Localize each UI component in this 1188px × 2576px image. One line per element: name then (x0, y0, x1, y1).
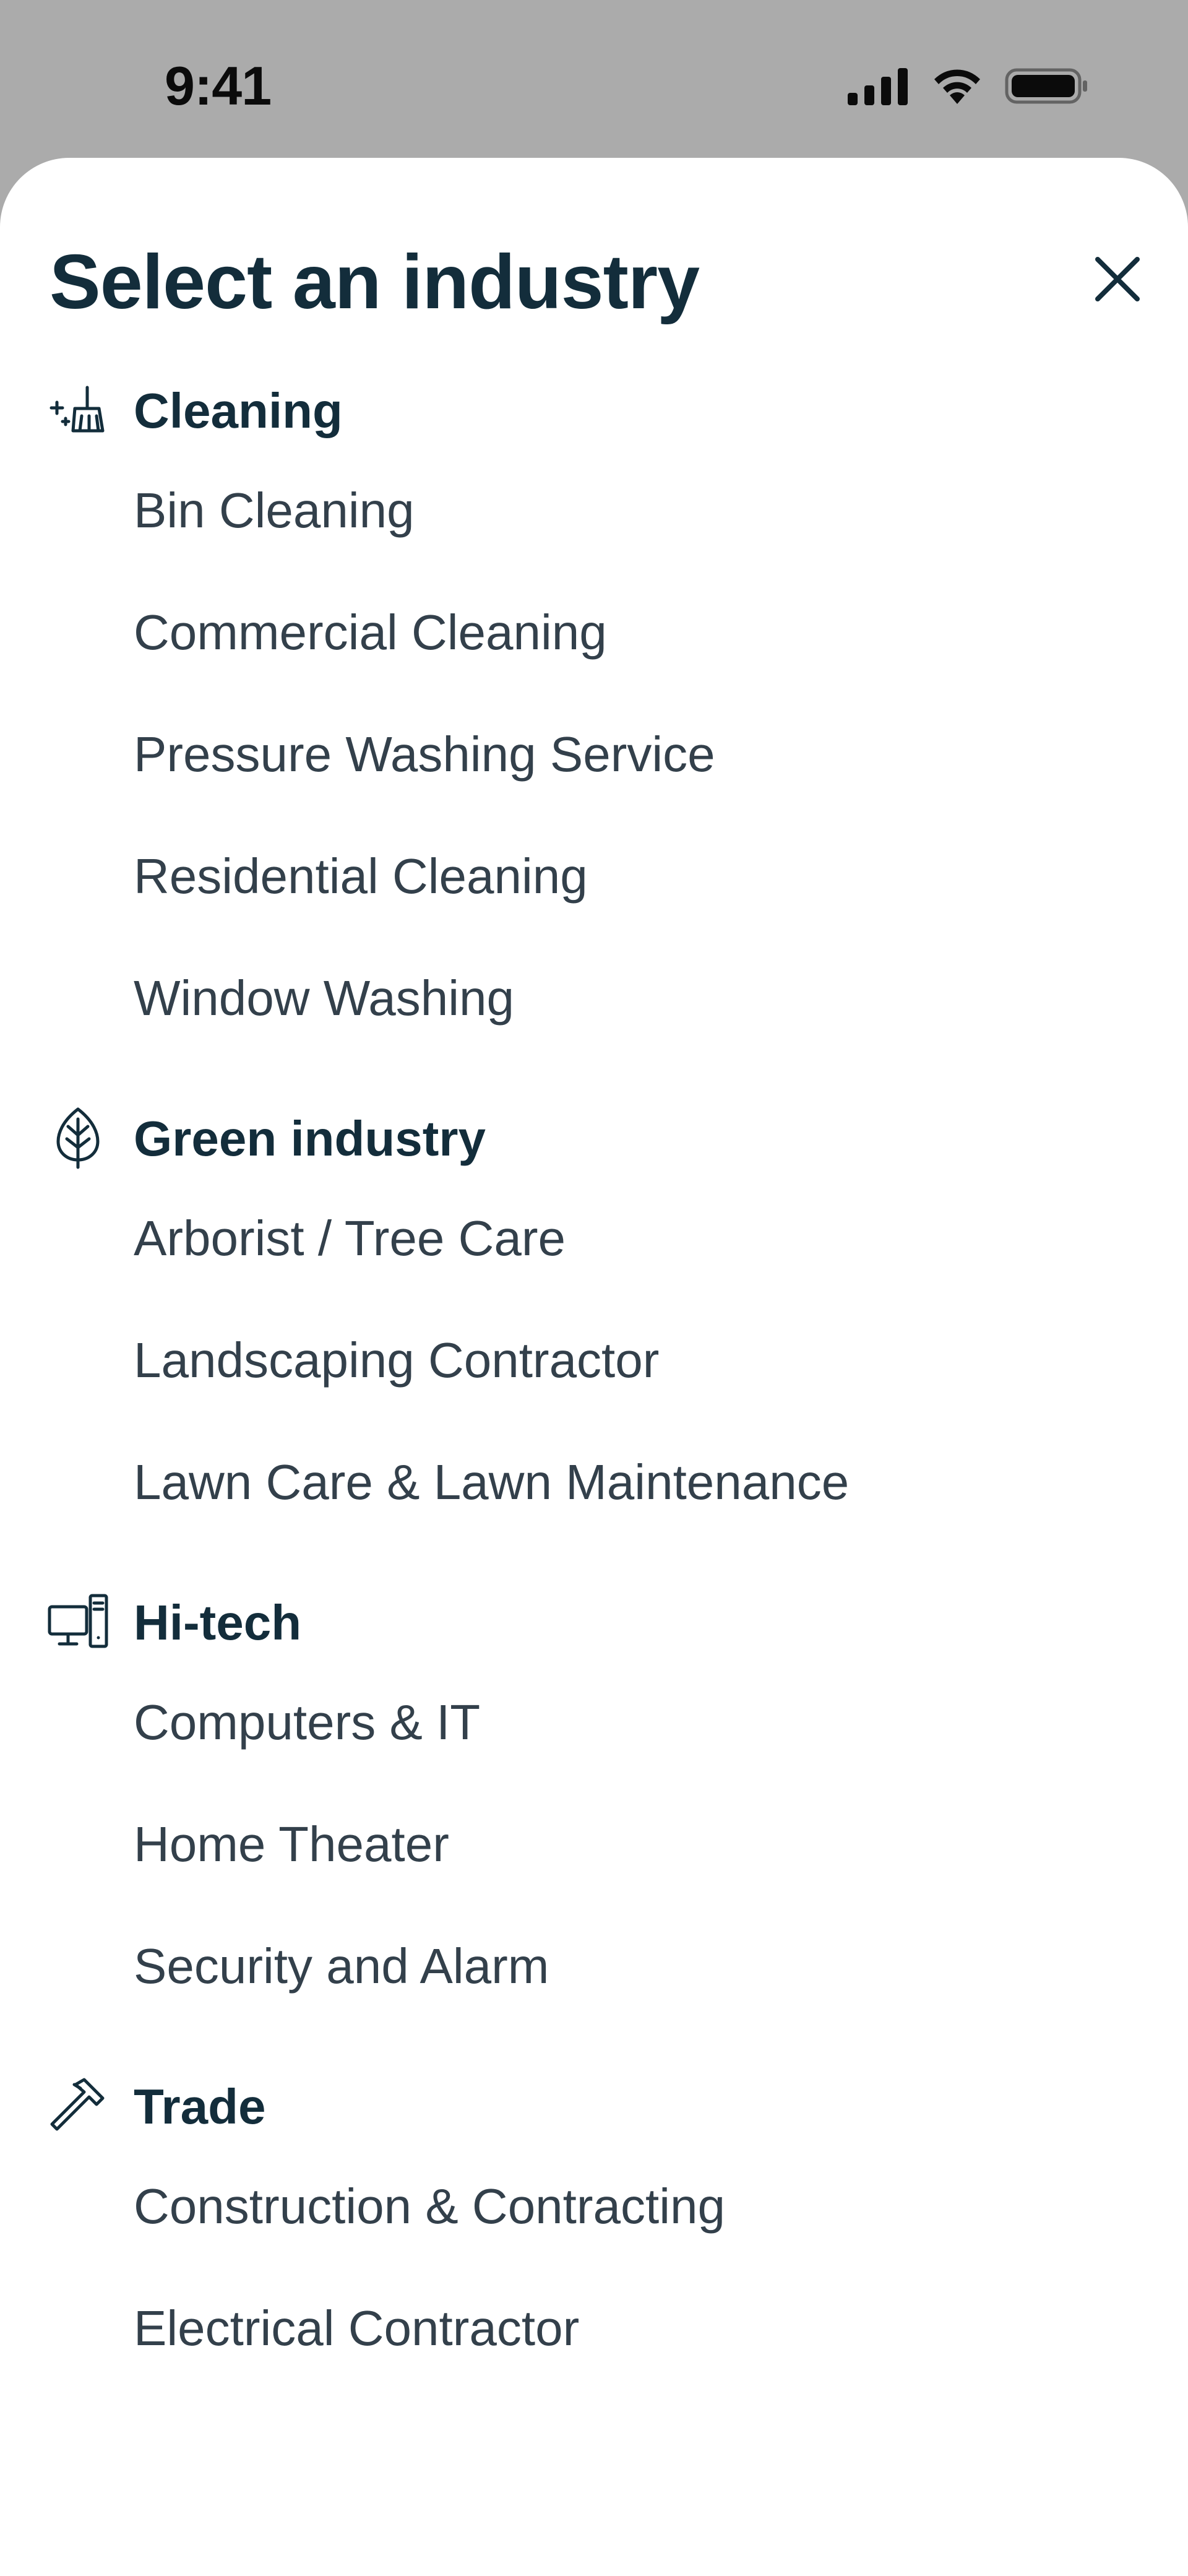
industry-item-lawn-care-maintenance[interactable]: Lawn Care & Lawn Maintenance (0, 1414, 1188, 1536)
close-icon (1095, 257, 1140, 301)
industry-item-construction-contracting[interactable]: Construction & Contracting (0, 2138, 1188, 2260)
wifi-icon (934, 69, 980, 104)
industry-sheet: Select an industry Cleaning Bin Cleaning… (0, 158, 1188, 2576)
sheet-title: Select an industry (50, 240, 700, 325)
industry-item-computers-it[interactable]: Computers & IT (0, 1654, 1188, 1776)
category-header: Trade (0, 2061, 1188, 2138)
industry-item-bin-cleaning[interactable]: Bin Cleaning (0, 443, 1188, 564)
industry-label: Commercial Cleaning (134, 605, 607, 660)
leaf-icon (46, 1105, 110, 1170)
category-green-industry: Green industry Arborist / Tree Care Land… (0, 1093, 1188, 1536)
category-header: Green industry (0, 1093, 1188, 1170)
industry-item-security-alarm[interactable]: Security and Alarm (0, 1898, 1188, 2020)
industry-item-window-washing[interactable]: Window Washing (0, 930, 1188, 1052)
industry-label: Window Washing (134, 970, 515, 1026)
signal-icon (848, 68, 908, 105)
industry-item-commercial-cleaning[interactable]: Commercial Cleaning (0, 564, 1188, 686)
battery-icon (1005, 68, 1087, 104)
industry-item-arborist-tree-care[interactable]: Arborist / Tree Care (0, 1170, 1188, 1292)
industry-label: Pressure Washing Service (134, 727, 715, 782)
industry-label: Electrical Contractor (134, 2301, 580, 2356)
industry-label: Landscaping Contractor (134, 1333, 660, 1388)
status-bar: 9:41 (0, 0, 1188, 158)
category-title: Hi-tech (134, 1595, 302, 1650)
category-header: Cleaning (0, 365, 1188, 443)
industry-label: Arborist / Tree Care (134, 1211, 566, 1266)
status-icons (848, 67, 1089, 105)
industry-label: Construction & Contracting (134, 2179, 726, 2234)
industry-item-pressure-washing-service[interactable]: Pressure Washing Service (0, 686, 1188, 808)
close-button[interactable] (1089, 251, 1146, 308)
industry-label: Security and Alarm (134, 1938, 549, 1994)
category-title: Green industry (134, 1111, 486, 1166)
industry-item-residential-cleaning[interactable]: Residential Cleaning (0, 808, 1188, 930)
category-title: Cleaning (134, 383, 343, 438)
category-header: Hi-tech (0, 1577, 1188, 1654)
industry-label: Lawn Care & Lawn Maintenance (134, 1454, 850, 1510)
industry-item-electrical-contractor[interactable]: Electrical Contractor (0, 2260, 1188, 2382)
category-hi-tech: Hi-tech Computers & IT Home Theater Secu… (0, 1577, 1188, 2020)
industry-label: Residential Cleaning (134, 849, 588, 904)
status-time: 9:41 (165, 55, 272, 116)
category-cleaning: Cleaning Bin Cleaning Commercial Cleanin… (0, 365, 1188, 1052)
industry-label: Computers & IT (134, 1695, 481, 1750)
industry-label: Bin Cleaning (134, 483, 415, 538)
industry-label: Home Theater (134, 1817, 449, 1872)
computer-icon (46, 1589, 110, 1654)
hammer-icon (46, 2073, 110, 2138)
industry-item-home-theater[interactable]: Home Theater (0, 1776, 1188, 1898)
category-trade: Trade Construction & Contracting Electri… (0, 2061, 1188, 2382)
industry-item-landscaping-contractor[interactable]: Landscaping Contractor (0, 1292, 1188, 1414)
broom-sparkle-icon (46, 378, 110, 442)
category-list: Cleaning Bin Cleaning Commercial Cleanin… (0, 365, 1188, 2423)
category-title: Trade (134, 2079, 266, 2134)
